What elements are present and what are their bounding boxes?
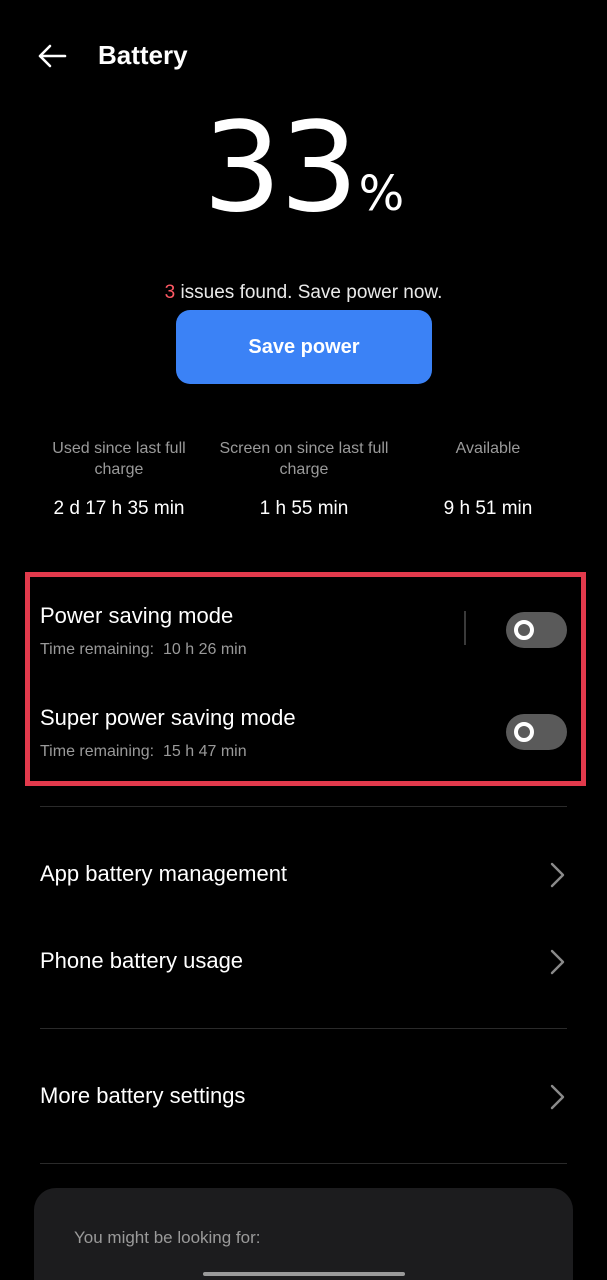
stat-available: Available 9 h 51 min — [398, 438, 578, 520]
stat-label: Screen on since last full charge — [219, 440, 389, 478]
menu-item-label: More battery settings — [40, 1083, 246, 1108]
home-indicator[interactable] — [203, 1272, 405, 1276]
chevron-right-icon — [550, 1084, 565, 1110]
power-saving-mode-toggle[interactable] — [506, 612, 567, 648]
toggle-knob — [514, 620, 534, 640]
stat-value: 2 d 17 h 35 min — [53, 498, 185, 519]
issues-count: 3 — [164, 282, 176, 303]
save-power-button[interactable]: Save power — [176, 310, 432, 384]
battery-level-value: 33 — [202, 96, 359, 240]
chevron-right-icon — [550, 862, 565, 888]
stat-label: Available — [455, 440, 521, 457]
app-battery-management-item[interactable]: App battery management — [40, 843, 567, 907]
section-divider — [40, 1163, 567, 1164]
page-title: Battery — [98, 40, 188, 70]
row-divider — [464, 611, 466, 645]
toggle-knob — [514, 722, 534, 742]
issues-message: 3 issues found. Save power now. — [0, 282, 607, 304]
super-power-saving-mode-toggle[interactable] — [506, 714, 567, 750]
top-app-bar: Battery — [0, 28, 607, 84]
issues-text: issues found. Save power now. — [175, 282, 443, 303]
suggestions-card: You might be looking for: — [34, 1188, 573, 1280]
power-saving-mode-title: Power saving mode — [40, 603, 234, 628]
menu-item-label: Phone battery usage — [40, 948, 244, 973]
suggestions-title: You might be looking for: — [74, 1228, 261, 1247]
battery-level-display: 33% — [0, 98, 607, 238]
stat-used-since-charge: Used since last full charge 2 d 17 h 35 … — [29, 438, 209, 520]
super-power-saving-mode-title: Super power saving mode — [40, 705, 296, 730]
super-power-saving-mode-row[interactable]: Super power saving mode Time remaining: … — [40, 705, 570, 785]
super-power-saving-mode-time: Time remaining: 15 h 47 min — [40, 743, 247, 760]
power-saving-mode-row[interactable]: Power saving mode Time remaining: 10 h 2… — [40, 603, 570, 683]
battery-level-unit: % — [358, 166, 405, 222]
back-button[interactable] — [30, 34, 74, 78]
menu-item-label: App battery management — [40, 861, 288, 886]
stat-label: Used since last full charge — [52, 440, 186, 478]
stat-screen-on-since-charge: Screen on since last full charge 1 h 55 … — [214, 438, 394, 520]
stat-value: 9 h 51 min — [443, 498, 533, 519]
phone-battery-usage-item[interactable]: Phone battery usage — [40, 930, 567, 994]
power-saving-mode-time: Time remaining: 10 h 26 min — [40, 641, 247, 658]
more-battery-settings-item[interactable]: More battery settings — [40, 1065, 567, 1129]
section-divider — [40, 806, 567, 807]
chevron-right-icon — [550, 949, 565, 975]
arrow-left-icon — [38, 44, 67, 68]
section-divider — [40, 1028, 567, 1029]
stat-value: 1 h 55 min — [259, 498, 349, 519]
